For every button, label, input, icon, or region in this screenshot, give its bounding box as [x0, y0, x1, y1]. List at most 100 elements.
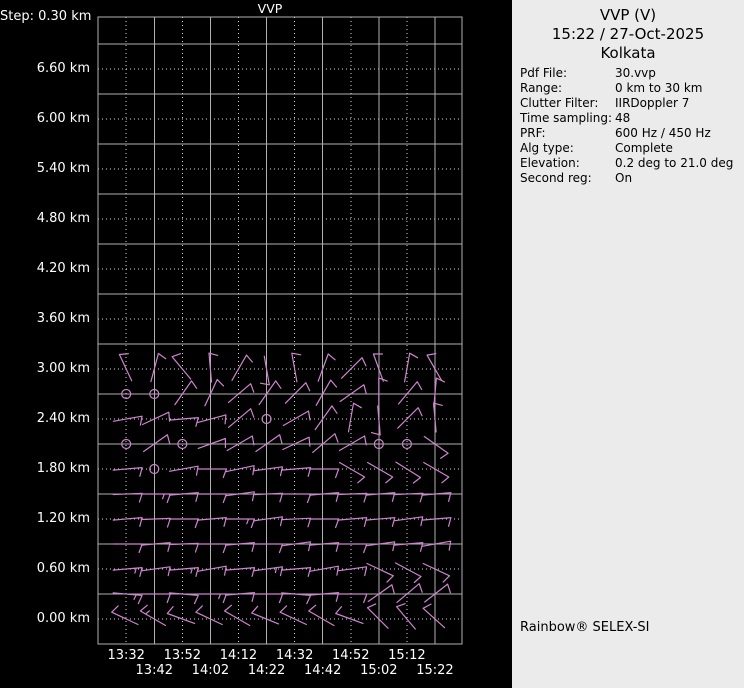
wind-barb — [317, 353, 336, 382]
wind-barb — [279, 605, 307, 626]
product-title: VVP (V) — [599, 6, 657, 24]
wind-barb — [395, 461, 422, 484]
wind-barb — [253, 593, 284, 604]
wind-barb — [253, 566, 283, 577]
brand-footer: Rainbow® SELEX-SI — [520, 620, 650, 635]
x-axis-label: 15:02 — [360, 663, 398, 678]
wind-barb — [196, 517, 227, 527]
wind-barb — [397, 407, 423, 429]
wind-barb — [309, 565, 339, 576]
product-site: Kolkata — [600, 44, 656, 62]
wind-barb — [140, 517, 171, 528]
x-axis-label: 14:02 — [191, 663, 230, 678]
wind-barb — [338, 435, 367, 452]
wind-barb — [140, 566, 171, 577]
wind-barb — [197, 437, 226, 449]
wind-barb — [338, 461, 366, 484]
wind-barb — [255, 434, 283, 453]
wind-barb — [224, 604, 251, 627]
y-axis-label: 5.40 km — [36, 161, 90, 176]
wind-barb — [227, 383, 255, 403]
field-label: Range: — [520, 81, 563, 95]
wind-barb — [168, 417, 199, 427]
y-axis-label: 1.80 km — [36, 461, 90, 476]
wind-barb — [426, 353, 443, 381]
wind-barb — [112, 415, 143, 426]
wind-barb — [423, 435, 449, 459]
product-datetime: 15:22 / 27-Oct-2025 — [551, 25, 705, 43]
wind-barb — [112, 492, 143, 503]
wind-barb — [366, 562, 394, 583]
wind-barb — [253, 466, 283, 477]
wind-barb — [365, 541, 396, 552]
wind-barb — [143, 434, 171, 453]
wind-barb — [397, 381, 423, 405]
wind-barb — [168, 518, 199, 529]
field-value: 0.2 deg to 21.0 deg — [615, 156, 734, 170]
x-axis-label: 14:22 — [247, 663, 286, 678]
x-axis-label: 14:32 — [275, 648, 314, 663]
wind-barb — [196, 593, 227, 604]
wind-barb — [423, 461, 450, 484]
vvp-product-view: Step: 0.30 km VVP 6.60 km 6.00 km 5.40 km 4… — [0, 0, 744, 688]
wind-barb — [112, 592, 143, 605]
y-axis-label: 3.60 km — [36, 311, 90, 326]
field-value: On — [615, 171, 633, 185]
wind-barb — [150, 352, 167, 383]
wind-barb — [168, 542, 199, 553]
y-axis-label: 6.60 km — [36, 61, 90, 76]
wind-barb — [225, 491, 255, 502]
wind-barb — [339, 384, 367, 403]
wind-barb — [421, 540, 452, 551]
y-axis-label: 0.00 km — [36, 611, 90, 626]
wind-barb — [140, 493, 171, 504]
product-info-panel: VVP (V) 15:22 / 27-Oct-2025 Kolkata Pdf … — [512, 0, 744, 688]
wind-barb — [196, 468, 227, 479]
product-field-row: Alg type: Complete — [512, 141, 744, 156]
y-axis-label: 0.60 km — [36, 561, 90, 576]
panel-header: VVP (V) 15:22 / 27-Oct-2025 Kolkata — [512, 0, 744, 63]
y-axis-label: 6.00 km — [36, 111, 90, 126]
field-value: IIRDoppler 7 — [615, 96, 690, 110]
wind-barb — [422, 562, 451, 583]
wind-barb — [424, 583, 451, 603]
field-value: 600 Hz / 450 Hz — [615, 126, 711, 140]
x-axis-label: 14:42 — [303, 663, 342, 678]
wind-barb — [196, 493, 227, 504]
wind-barb — [378, 377, 388, 408]
wind-barb — [396, 603, 416, 630]
wind-barb — [168, 465, 199, 476]
wind-barb — [168, 592, 199, 605]
wind-profile-plot — [97, 16, 463, 645]
product-field-row: Elevation: 0.2 deg to 21.0 deg — [512, 156, 744, 171]
x-axis-label: 14:12 — [219, 648, 258, 663]
wind-barb — [367, 461, 394, 484]
y-axis-label: 4.20 km — [36, 261, 90, 276]
field-label: Elevation: — [520, 156, 580, 170]
wind-barb — [112, 517, 143, 527]
wind-barb — [309, 468, 340, 479]
wind-barb — [171, 353, 192, 380]
wind-barb — [225, 465, 255, 476]
wind-barb — [335, 606, 364, 624]
wind-barb — [367, 584, 395, 603]
wind-barb — [337, 492, 368, 503]
wind-barb — [195, 605, 223, 626]
wind-barb — [314, 405, 338, 431]
product-field-row: Range: 0 km to 30 km — [512, 81, 744, 96]
wind-barb — [226, 435, 255, 452]
field-label: PRF: — [520, 126, 546, 140]
y-axis-label: 2.40 km — [36, 411, 90, 426]
wind-barb — [366, 603, 389, 629]
wind-barb — [393, 516, 424, 527]
wind-barb — [112, 567, 143, 577]
x-axis-label: 15:22 — [416, 663, 454, 678]
wind-barb — [224, 518, 256, 529]
wind-barb — [111, 605, 139, 626]
wind-barb — [291, 352, 302, 383]
field-label: Clutter Filter: — [520, 96, 599, 110]
wind-barb — [140, 593, 171, 604]
wind-barb — [308, 604, 335, 627]
wind-barb — [259, 355, 270, 386]
wind-barb — [284, 382, 311, 404]
